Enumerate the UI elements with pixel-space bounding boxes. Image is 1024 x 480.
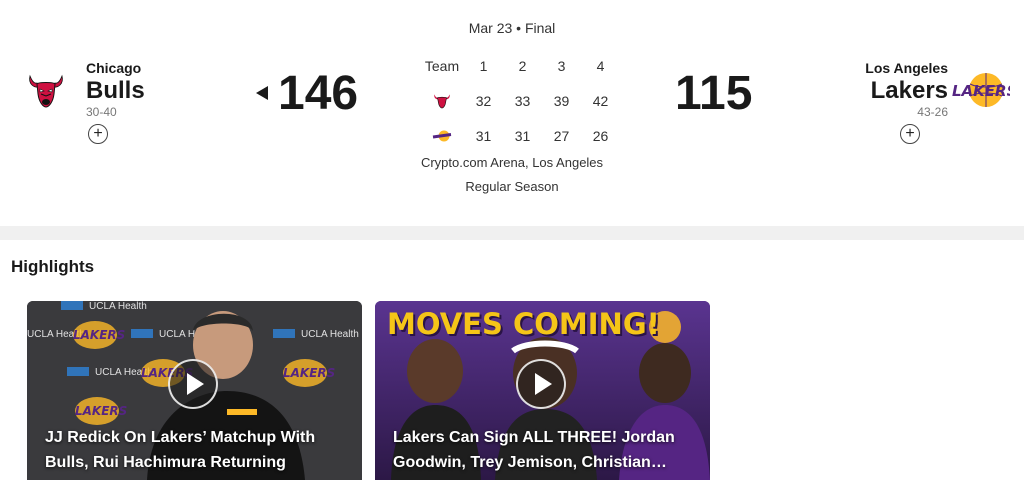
video-title[interactable]: Lakers Can Sign ALL THREE! Jordan Goodwi… <box>393 425 696 475</box>
highlights-heading: Highlights <box>11 257 95 276</box>
backdrop-text: LAKERS <box>75 404 127 418</box>
lakers-score: 115 <box>675 67 753 120</box>
thumbnail-banner: MOVES COMING! <box>387 307 660 341</box>
team-name: Bulls <box>86 77 145 104</box>
team-city: Los Angeles <box>865 60 948 76</box>
follow-lakers-button[interactable]: + <box>900 124 920 144</box>
video-card[interactable]: UCLA Health UCLA Health UCLA Health UCLA… <box>27 301 362 480</box>
team-record: 30-40 <box>86 105 117 119</box>
team-bulls[interactable]: Chicago Bulls 30-40 + <box>26 60 145 144</box>
linescore-cell: 27 <box>553 127 570 144</box>
linescore-table: Team 1 2 3 4 32 33 39 42 31 31 27 26 <box>420 48 620 153</box>
linescore-header-q4: 4 <box>596 57 605 74</box>
team-name: Lakers <box>870 77 948 104</box>
play-button[interactable] <box>168 359 218 409</box>
team-lakers[interactable]: LAKERS Los Angeles Lakers 43-26 + <box>865 60 1010 144</box>
backdrop-text: LAKERS <box>73 328 125 342</box>
play-button[interactable] <box>516 359 566 409</box>
bulls-logo-icon <box>26 70 66 110</box>
play-icon <box>187 373 204 395</box>
linescore-cell: 26 <box>592 127 609 144</box>
linescore-cell: 33 <box>514 92 531 109</box>
linescore-header-q1: 1 <box>479 57 488 74</box>
team-city: Chicago <box>86 60 142 76</box>
linescore-row-lakers: 31 31 27 26 <box>420 118 620 153</box>
linescore-cell: 31 <box>475 127 492 144</box>
linescore-cell: 32 <box>475 92 492 109</box>
bulls-logo-icon <box>420 93 464 109</box>
linescore-header-q2: 2 <box>518 57 527 74</box>
play-icon <box>535 373 552 395</box>
game-status: Mar 23 • Final <box>468 20 556 36</box>
linescore-cell: 39 <box>553 92 570 109</box>
lakers-logo-icon: LAKERS <box>952 70 1010 110</box>
svg-text:LAKERS: LAKERS <box>952 82 1010 100</box>
video-card[interactable]: MOVES COMING! Lakers Can Sign ALL THREE!… <box>375 301 710 480</box>
backdrop-text: UCLA Health <box>301 329 359 340</box>
lakers-logo-icon <box>420 129 464 143</box>
backdrop-text: LAKERS <box>283 366 335 380</box>
follow-bulls-button[interactable]: + <box>88 124 108 144</box>
video-title[interactable]: JJ Redick On Lakers’ Matchup With Bulls,… <box>45 425 348 475</box>
winner-arrow-icon <box>256 86 268 100</box>
linescore-cell: 42 <box>592 92 609 109</box>
linescore-header-team: Team <box>424 57 460 74</box>
team-lakers-text: Los Angeles Lakers 43-26 <box>865 60 948 120</box>
linescore-header: Team 1 2 3 4 <box>420 48 620 83</box>
backdrop-text: UCLA Health <box>89 301 147 312</box>
team-bulls-text: Chicago Bulls 30-40 <box>86 60 145 120</box>
linescore-row-bulls: 32 33 39 42 <box>420 83 620 118</box>
bulls-score: 146 <box>278 67 359 120</box>
linescore-header-q3: 3 <box>557 57 566 74</box>
linescore-cell: 31 <box>514 127 531 144</box>
scoreboard: Chicago Bulls 30-40 + 146 Mar 23 • Final… <box>0 0 1024 226</box>
venue: Crypto.com Arena, Los Angeles <box>420 155 604 170</box>
team-record: 43-26 <box>917 105 948 119</box>
season-type: Regular Season <box>465 179 559 194</box>
section-divider <box>0 226 1024 240</box>
